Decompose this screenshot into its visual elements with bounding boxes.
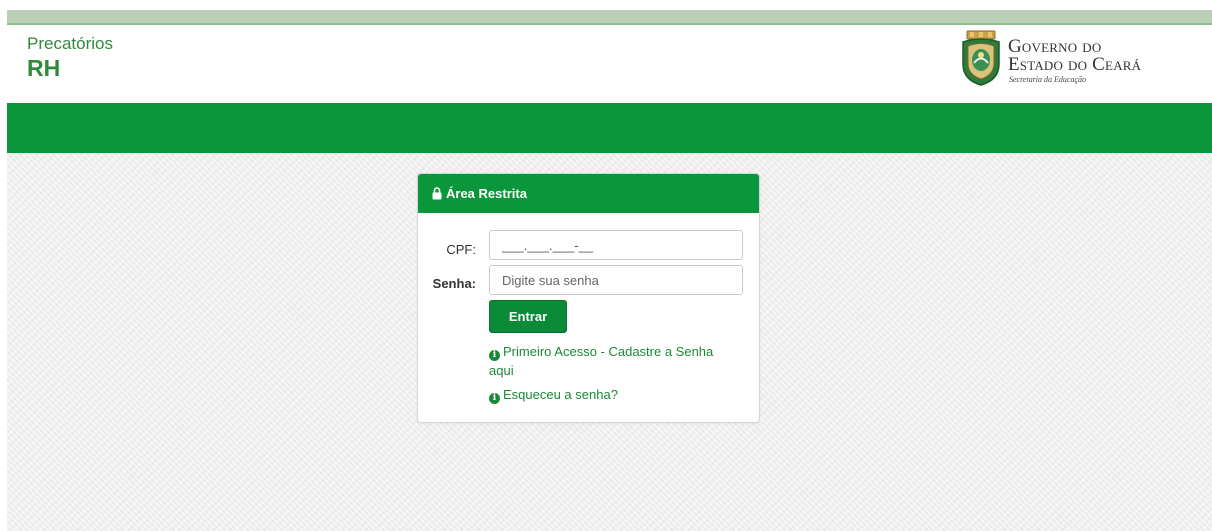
cpf-label: CPF: (446, 242, 476, 257)
first-access-link-text: Primeiro Acesso - Cadastre a Senha aqui (489, 344, 714, 378)
first-access-link[interactable]: i Primeiro Acesso - Cadastre a Senha aqui (489, 342, 739, 380)
info-circle-icon: i (489, 393, 500, 404)
login-heading-text: Área Restrita (446, 186, 527, 201)
senha-label: Senha: (432, 276, 476, 291)
login-submit-button[interactable]: Entrar (489, 300, 567, 333)
forgot-password-link-text: Esqueceu a senha? (503, 387, 618, 402)
cpf-input[interactable] (489, 230, 743, 260)
info-circle-icon: i (489, 350, 500, 361)
gov-logo-line3: Secretaria da Educação (1009, 75, 1087, 84)
page-frame: Precatórios RH Governo do Estado do Cear… (7, 10, 1212, 531)
site-header: Precatórios RH Governo do Estado do Cear… (7, 25, 1212, 103)
gov-logo-line2: Estado do Ceará (1008, 54, 1142, 75)
login-panel: Área Restrita CPF: Senha: Entrar iPrimei… (417, 173, 760, 423)
ceara-crest-icon (962, 30, 1000, 86)
green-nav-bar (7, 103, 1212, 153)
government-logo: Governo do Estado do Ceará Secretaria da… (959, 28, 1141, 90)
top-accent-bar (7, 10, 1212, 25)
app-title: RH (27, 55, 61, 81)
lock-icon (432, 187, 442, 200)
forgot-password-link[interactable]: i Esqueceu a senha? (489, 385, 739, 404)
login-panel-heading: Área Restrita (418, 174, 759, 213)
password-input[interactable] (489, 265, 743, 295)
app-subtitle: Precatórios (27, 34, 113, 53)
